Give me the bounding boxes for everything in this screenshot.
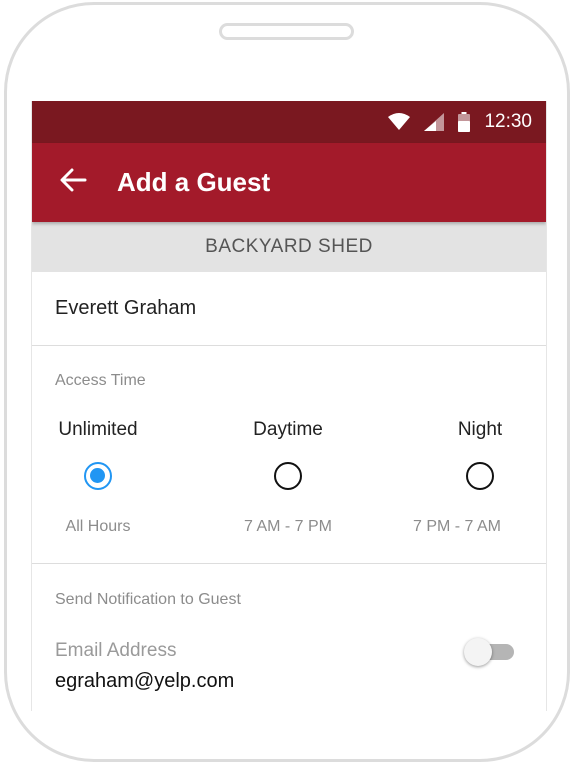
radio-night[interactable] [466, 462, 494, 490]
access-time-options: Unlimited All Hours Daytime 7 AM - 7 PM … [32, 416, 546, 564]
access-option-night[interactable]: Night 7 PM - 7 AM [400, 416, 546, 536]
back-button[interactable] [53, 163, 93, 203]
notification-label: Send Notification to Guest [55, 591, 241, 608]
page-title: Add a Guest [117, 167, 271, 197]
phone-speaker [219, 23, 354, 40]
option-label: Daytime [253, 419, 323, 440]
lock-name-header: BACKYARD SHED [32, 222, 546, 272]
option-sub: All Hours [65, 518, 131, 535]
option-sub: 7 AM - 7 PM [243, 518, 333, 535]
email-notification-toggle[interactable] [464, 638, 516, 666]
option-label: Night [457, 419, 503, 440]
access-option-unlimited[interactable]: Unlimited All Hours [32, 416, 178, 536]
status-time: 12:30 [484, 111, 532, 132]
access-option-daytime[interactable]: Daytime 7 AM - 7 PM [208, 416, 368, 536]
radio-daytime[interactable] [274, 462, 302, 490]
app-bar: Add a Guest [32, 143, 546, 222]
battery-icon [458, 112, 471, 132]
phone-screen: 12:30 Add a Guest BACKYARD SHED Everett … [31, 101, 547, 711]
email-row: Email Address [32, 636, 546, 666]
email-address-value[interactable]: egraham@yelp.com [32, 670, 546, 693]
access-time-label: Access Time [55, 372, 146, 389]
guest-name-field[interactable]: Everett Graham [32, 272, 546, 346]
wifi-icon [388, 113, 411, 131]
status-bar: 12:30 [32, 101, 546, 143]
cell-signal-icon [424, 113, 445, 131]
radio-unlimited[interactable] [84, 462, 112, 490]
option-label: Unlimited [58, 419, 138, 440]
option-sub: 7 PM - 7 AM [412, 518, 502, 535]
arrow-left-icon [59, 168, 87, 197]
toggle-thumb [464, 638, 492, 666]
